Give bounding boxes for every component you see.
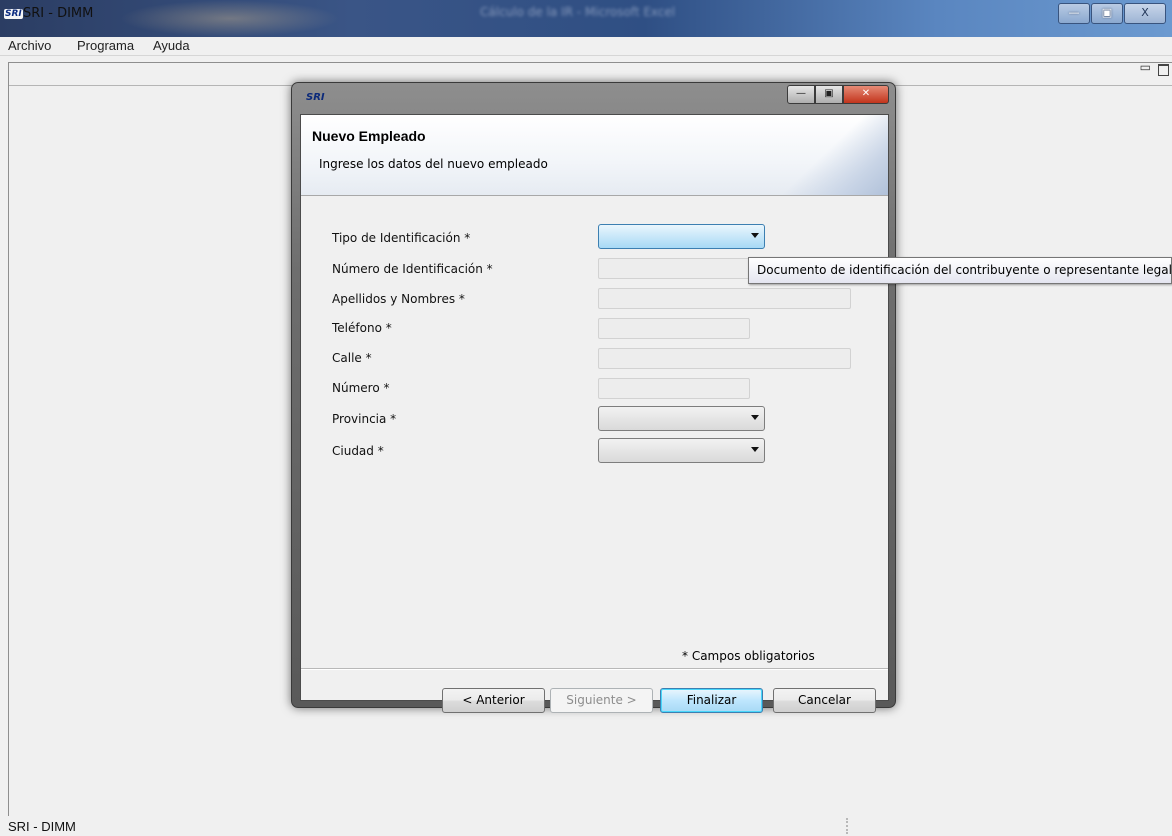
- status-text: SRI - DIMM: [8, 819, 76, 834]
- status-separator: [846, 818, 848, 834]
- status-bar: SRI - DIMM: [0, 816, 1172, 836]
- chevron-down-icon: [751, 447, 759, 452]
- dialog-header: Nuevo Empleado Ingrese los datos del nue…: [301, 115, 888, 196]
- menu-item-archivo[interactable]: Archivo: [8, 38, 51, 53]
- close-button[interactable]: X: [1124, 3, 1166, 24]
- dialog-minimize-button[interactable]: —: [787, 85, 815, 104]
- cancel-button[interactable]: Cancelar: [773, 688, 876, 713]
- label-calle: Calle *: [332, 351, 372, 365]
- mdi-restore-icon[interactable]: [1158, 64, 1169, 76]
- dialog-logo-icon: SRI: [306, 92, 325, 103]
- dialog-subtitle: Ingrese los datos del nuevo empleado: [319, 157, 548, 171]
- previous-button[interactable]: < Anterior: [442, 688, 545, 713]
- dialog-close-button[interactable]: ✕: [843, 85, 889, 104]
- next-button[interactable]: Siguiente >: [550, 688, 653, 713]
- dialog-maximize-button[interactable]: ▣: [815, 85, 843, 104]
- field-tooltip: Documento de identificación del contribu…: [748, 257, 1172, 284]
- calle-field[interactable]: [598, 348, 851, 369]
- label-numero: Número *: [332, 381, 390, 395]
- menu-item-ayuda[interactable]: Ayuda: [153, 38, 190, 53]
- numero-field[interactable]: [598, 378, 750, 399]
- label-provincia: Provincia *: [332, 412, 397, 426]
- label-numero-identificacion: Número de Identificación *: [332, 262, 493, 276]
- required-fields-note: * Campos obligatorios: [682, 649, 815, 663]
- label-tipo-identificacion: Tipo de Identificación *: [332, 231, 471, 245]
- label-telefono: Teléfono *: [332, 321, 392, 335]
- mdi-minimize-icon[interactable]: ▭: [1140, 60, 1151, 74]
- label-apellidos-nombres: Apellidos y Nombres *: [332, 292, 465, 306]
- numero-identificacion-field[interactable]: [598, 258, 750, 279]
- finish-button[interactable]: Finalizar: [660, 688, 763, 713]
- title-bar-glow: [120, 0, 340, 37]
- apellidos-nombres-field[interactable]: [598, 288, 851, 309]
- ciudad-select[interactable]: [598, 438, 765, 463]
- button-divider: [301, 668, 888, 670]
- background-window-title: Cálculo de la IR - Microsoft Excel: [480, 5, 676, 19]
- dialog-title: Nuevo Empleado: [312, 128, 426, 144]
- title-bar[interactable]: SRI SRI - DIMM Cálculo de la IR - Micros…: [0, 0, 1172, 37]
- menu-item-programa[interactable]: Programa: [77, 38, 134, 53]
- minimize-button[interactable]: —: [1058, 3, 1090, 24]
- new-employee-dialog: SRI — ▣ ✕ Nuevo Empleado Ingrese los dat…: [291, 82, 896, 713]
- chevron-down-icon: [751, 415, 759, 420]
- provincia-select[interactable]: [598, 406, 765, 431]
- app-logo-icon: SRI: [4, 9, 23, 19]
- dialog-body: Nuevo Empleado Ingrese los datos del nue…: [300, 114, 889, 713]
- maximize-button[interactable]: ▣: [1091, 3, 1123, 24]
- menu-bar: Archivo Programa Ayuda: [0, 37, 1172, 56]
- telefono-field[interactable]: [598, 318, 750, 339]
- chevron-down-icon: [751, 233, 759, 238]
- label-ciudad: Ciudad *: [332, 444, 384, 458]
- tipo-identificacion-select[interactable]: [598, 224, 765, 249]
- window-title: SRI - DIMM: [23, 6, 94, 21]
- header-decoration: [762, 115, 888, 195]
